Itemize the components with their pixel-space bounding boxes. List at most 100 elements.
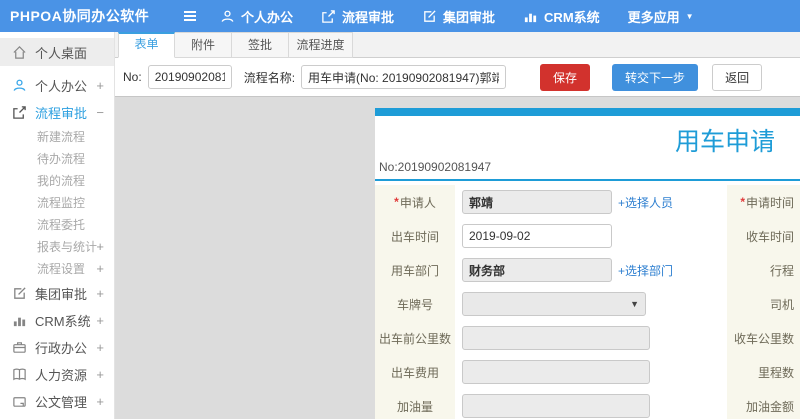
select-person-link[interactable]: +选择人员 <box>618 194 673 211</box>
expand-icon[interactable]: + <box>96 78 104 93</box>
field-label: 出车费用 <box>390 365 439 380</box>
required-asterisk: * <box>394 195 399 209</box>
nav-item-more-apps[interactable]: 更多应用 ▼ <box>628 7 694 26</box>
field-label: 申请人 <box>399 195 436 210</box>
chart-icon <box>12 313 27 328</box>
sidebar-item-workflow-approval[interactable]: 流程审批 − <box>0 99 114 126</box>
nav-item-label: 集团审批 <box>443 9 496 25</box>
back-button[interactable]: 返回 <box>712 63 763 91</box>
sidebar-subitem-flow-monitor[interactable]: 流程监控 <box>0 192 114 214</box>
user-icon <box>220 9 235 24</box>
form-title: 用车申请 <box>674 128 775 156</box>
expand-icon[interactable]: + <box>96 313 104 328</box>
sheet-top-bar <box>375 108 800 116</box>
field-label: 加油金额 <box>745 399 794 414</box>
tab-flow-progress[interactable]: 流程进度 <box>289 32 353 58</box>
nav-item-label: 个人办公 <box>241 9 294 25</box>
workspace: 用车申请 No:20190902081947 * 申请人 +选择人员 <box>115 97 800 419</box>
tab-attachments[interactable]: 附件 <box>175 32 232 58</box>
trip-cost-input[interactable] <box>462 360 650 384</box>
nav-item-personal-office[interactable]: 个人办公 <box>220 7 293 26</box>
fuel-amount-input[interactable] <box>462 394 650 418</box>
sidebar-subitem-flow-delegate[interactable]: 流程委托 <box>0 214 114 236</box>
nav-item-crm[interactable]: CRM系统 <box>523 7 600 26</box>
sidebar-subitem-reports-stats[interactable]: 报表与统计 + <box>0 236 114 258</box>
sidebar-item-document-mgmt[interactable]: 公文管理 + <box>0 388 114 415</box>
save-button[interactable]: 保存 <box>540 63 591 91</box>
edit-icon <box>422 9 437 24</box>
sidebar-item-group-approval[interactable]: 集团审批 + <box>0 280 114 307</box>
department-label: 用车部门 <box>375 253 455 287</box>
table-row: * 申请人 +选择人员 * 申请时间 <box>375 185 800 219</box>
sidebar-item-personal-office[interactable]: 个人办公 + <box>0 72 114 99</box>
depart-time-input[interactable] <box>462 224 612 248</box>
plate-number-select[interactable]: ▼ <box>462 292 646 316</box>
table-row: 出车前公里数 收车公里数 <box>375 321 800 355</box>
form-sheet: 用车申请 No:20190902081947 * 申请人 +选择人员 <box>375 108 800 419</box>
tab-form[interactable]: 表单 <box>118 32 175 58</box>
field-label: 司机 <box>769 297 794 312</box>
forward-next-step-button[interactable]: 转交下一步 <box>612 63 699 91</box>
table-row: 出车费用 里程数 <box>375 355 800 389</box>
expand-icon[interactable]: + <box>96 236 104 258</box>
nav-item-group-approval[interactable]: 集团审批 <box>422 7 495 26</box>
nav-item-workflow-approval[interactable]: 流程审批 <box>321 7 394 26</box>
hamburger-menu-icon[interactable] <box>182 8 198 24</box>
sidebar-item-hr[interactable]: 人力资源 + <box>0 361 114 388</box>
km-before-input[interactable] <box>462 326 650 350</box>
nav-item-label: CRM系统 <box>544 9 600 25</box>
flow-icon <box>12 105 27 120</box>
expand-icon[interactable]: + <box>96 286 104 301</box>
km-before-label: 出车前公里数 <box>375 321 455 355</box>
expand-icon[interactable]: + <box>96 367 104 382</box>
trip-cost-field-cell <box>455 355 727 389</box>
home-icon <box>12 45 27 60</box>
collapse-icon[interactable]: − <box>96 105 104 120</box>
field-label: 出车前公里数 <box>378 331 451 346</box>
table-row: 用车部门 +选择部门 行程 <box>375 253 800 287</box>
flow-name-input[interactable] <box>301 65 507 89</box>
plate-number-field-cell: ▼ <box>455 287 727 321</box>
chart-icon <box>523 9 538 24</box>
department-input[interactable] <box>462 258 612 282</box>
sidebar-subitem-flow-settings[interactable]: 流程设置 + <box>0 258 114 280</box>
expand-icon[interactable]: + <box>96 394 104 409</box>
sidebar-item-label: 个人办公 <box>35 79 88 94</box>
expand-icon[interactable]: + <box>96 258 104 280</box>
divider <box>375 179 800 181</box>
sidebar-subitem-my-flow[interactable]: 我的流程 <box>0 170 114 192</box>
department-field-cell: +选择部门 <box>455 253 727 287</box>
user-icon <box>12 78 27 93</box>
select-department-link[interactable]: +选择部门 <box>618 262 673 279</box>
flow-icon <box>321 9 336 24</box>
sidebar-subitem-label: 新建流程 <box>37 130 86 144</box>
sidebar-subitem-label: 流程设置 <box>37 262 86 276</box>
sidebar-item-label: 流程审批 <box>35 106 88 121</box>
sidebar-subitem-todo-flow[interactable]: 待办流程 <box>0 148 114 170</box>
sidebar-item-desktop[interactable]: 个人桌面 <box>0 38 114 66</box>
field-label: 加油量 <box>396 399 433 414</box>
apply-time-label: * 申请时间 <box>727 185 800 219</box>
tab-signoff[interactable]: 签批 <box>232 32 289 58</box>
plate-number-label: 车牌号 <box>375 287 455 321</box>
mileage-label: 里程数 <box>727 355 800 389</box>
sidebar-subitem-new-flow[interactable]: 新建流程 <box>0 126 114 148</box>
sidebar-subitem-label: 报表与统计 <box>37 240 98 254</box>
caret-down-icon: ▼ <box>685 11 694 21</box>
top-nav-items: 个人办公 流程审批 集团审批 CRM系统 更多应用 ▼ <box>220 7 722 26</box>
form-no-text: No:20190902081947 <box>379 160 492 174</box>
fuel-amount-field-cell <box>455 389 727 419</box>
expand-icon[interactable]: + <box>96 340 104 355</box>
sidebar-item-crm[interactable]: CRM系统 + <box>0 307 114 334</box>
sidebar-item-admin-office[interactable]: 行政办公 + <box>0 334 114 361</box>
book-icon <box>12 367 27 382</box>
sidebar-subitem-label: 我的流程 <box>37 174 86 188</box>
applicant-input[interactable] <box>462 190 612 214</box>
trip-cost-label: 出车费用 <box>375 355 455 389</box>
required-asterisk: * <box>740 195 745 209</box>
no-input[interactable] <box>147 65 232 89</box>
doc-icon <box>12 394 27 409</box>
top-navbar: PHPOA协同办公软件 个人办公 流程审批 集团审批 CRM系统 更多应用 ▼ <box>0 0 800 32</box>
applicant-label: * 申请人 <box>375 185 455 219</box>
nav-item-label: 更多应用 <box>627 9 680 25</box>
